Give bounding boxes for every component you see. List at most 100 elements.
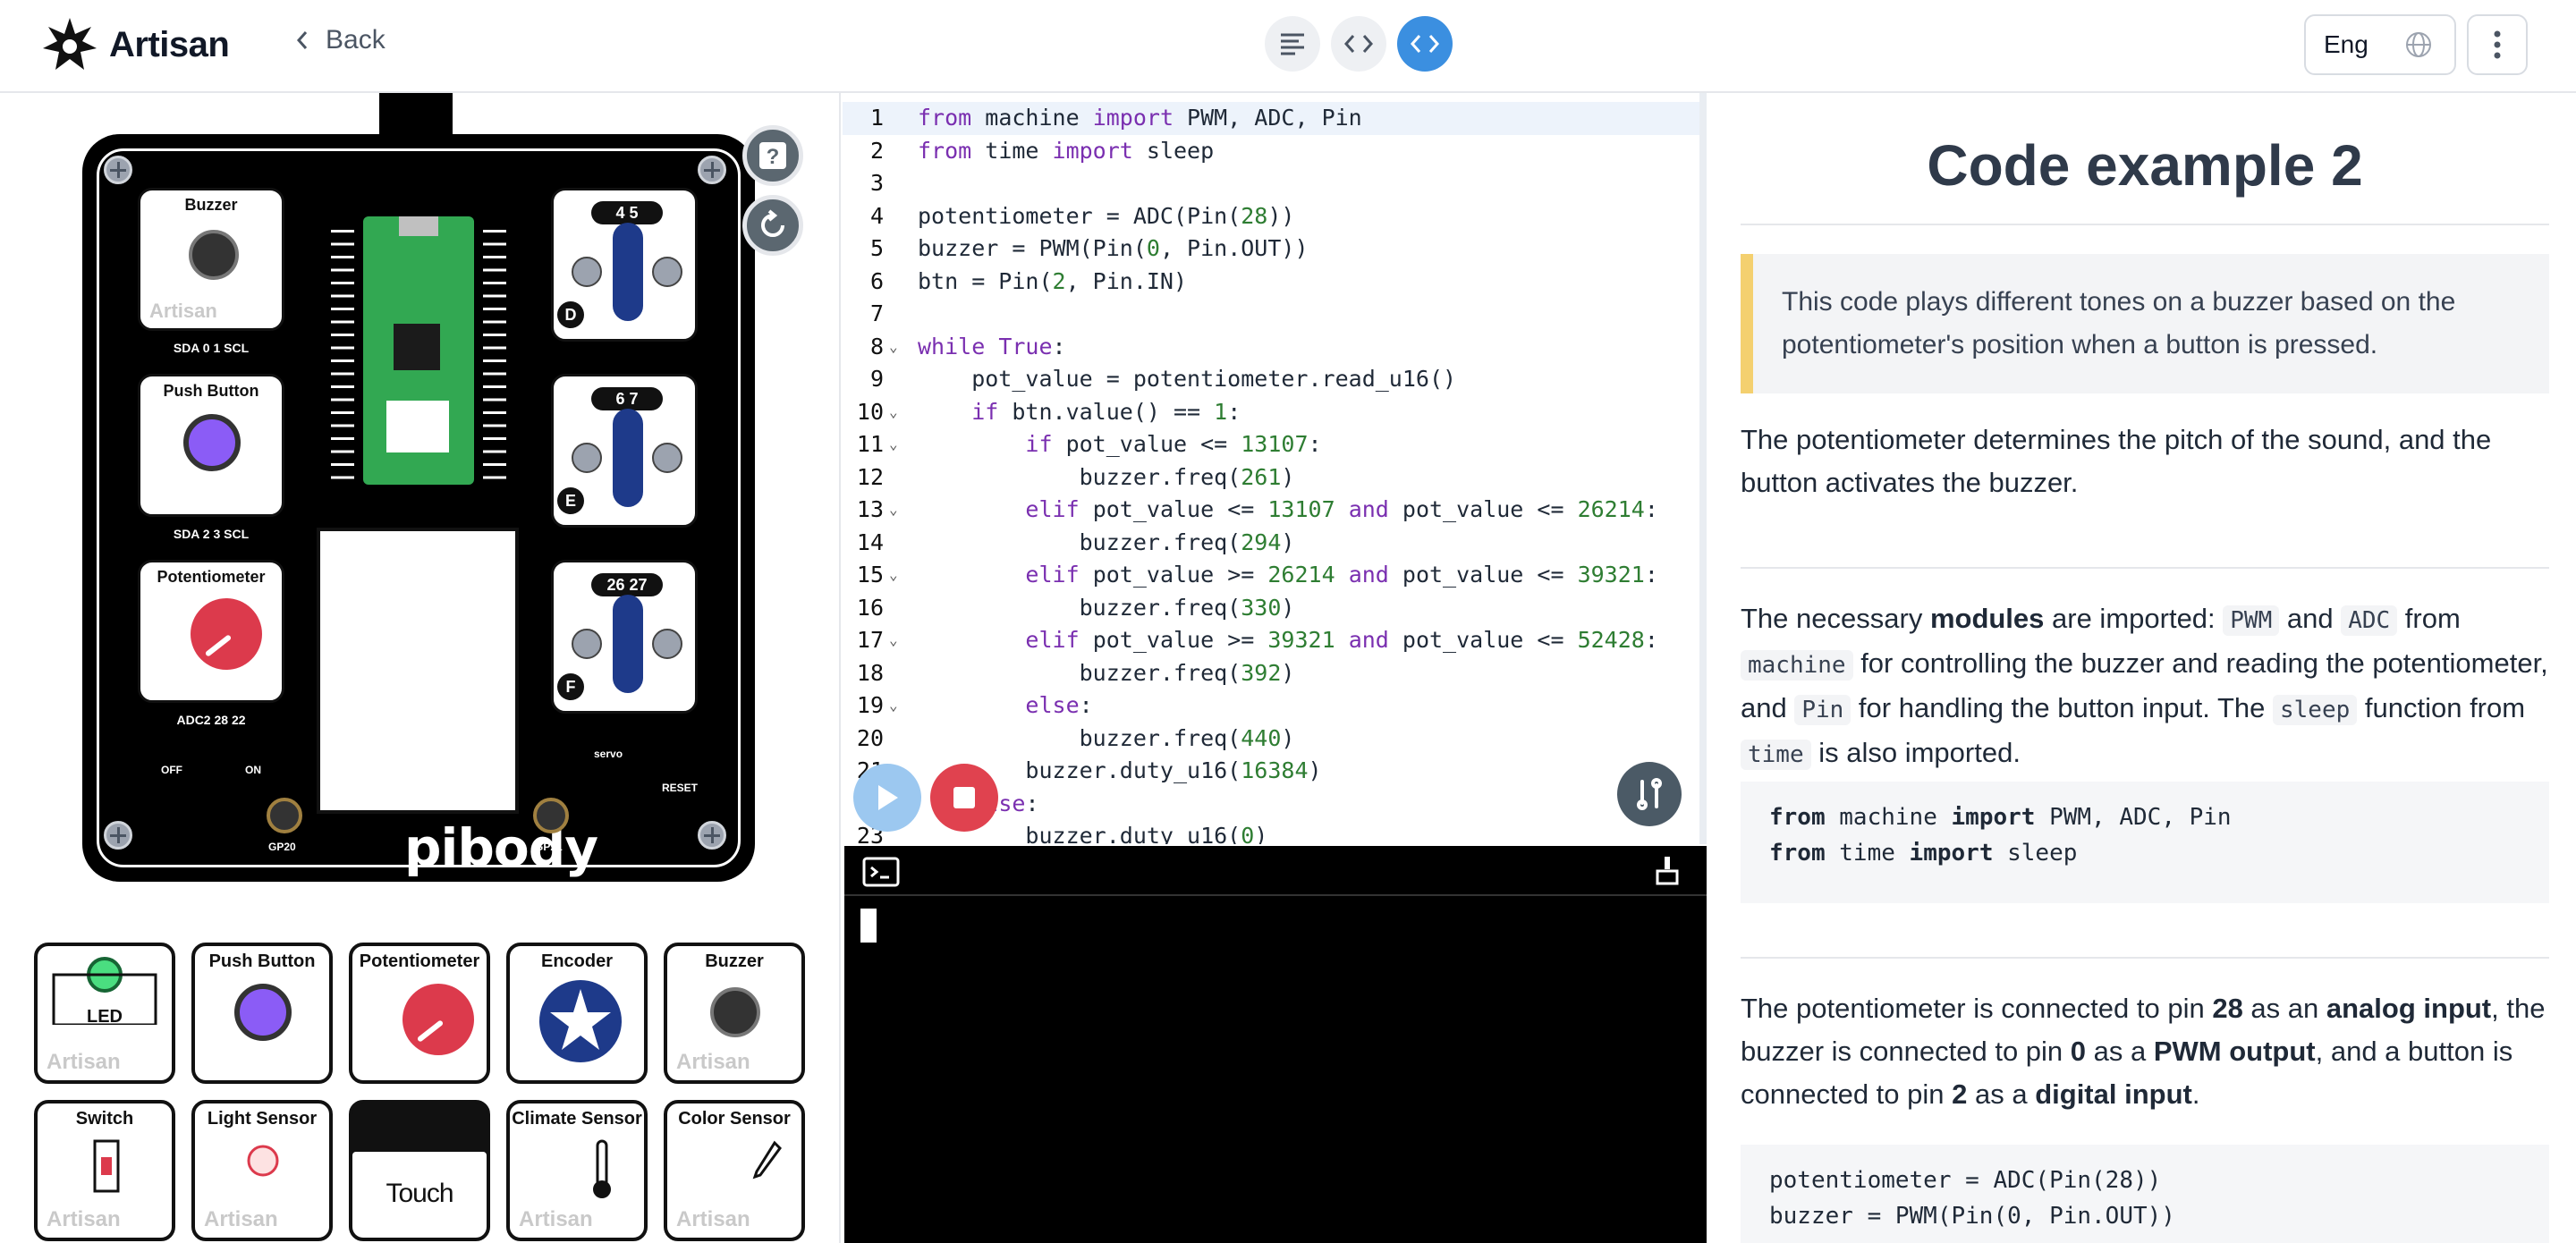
palette-potentiometer[interactable]: Potentiometer (349, 943, 490, 1084)
palette-touch[interactable]: Touch (349, 1100, 490, 1241)
module-title: Potentiometer (157, 568, 266, 586)
code-line[interactable]: 5 buzzer = PWM(Pin(0, Pin.OUT)) (843, 233, 1699, 266)
display-slot[interactable] (317, 528, 519, 814)
encoder-bar-icon (613, 595, 643, 693)
code-text: elif pot_value >= 26214 and pot_value <=… (1025, 562, 1658, 588)
code-line[interactable]: 20 buzzer.freq(440) (843, 723, 1699, 756)
code-text: btn = Pin(2, Pin.IN) (918, 267, 1188, 294)
text: from (2397, 603, 2461, 634)
code-editor[interactable]: 1 from machine import PWM, ADC, Pin 2 from … (843, 93, 1707, 844)
palette-encoder[interactable]: Encoder (506, 943, 648, 1084)
text-bold: PWM output (2153, 1036, 2316, 1067)
fold-chevron-icon[interactable]: ⌄ (889, 624, 898, 657)
text: and (2279, 603, 2342, 634)
inline-code: PWM (2223, 605, 2280, 636)
code-line[interactable]: 11 ⌄ if pot_value <= 13107: (843, 428, 1699, 461)
code-view-button[interactable] (1331, 16, 1386, 72)
back-button[interactable]: Back (295, 25, 386, 55)
palette-led[interactable]: LED Artisan (34, 943, 175, 1084)
palette-color-sensor[interactable]: Color Sensor Artisan (664, 1100, 805, 1241)
run-button[interactable] (853, 764, 921, 832)
section-divider (1741, 567, 2549, 569)
clear-brush-icon[interactable] (1655, 855, 1680, 885)
doc-view-button[interactable] (1265, 16, 1320, 72)
code-text: potentiometer = ADC(Pin(28)) (918, 202, 1295, 229)
push-button-icon (234, 984, 292, 1041)
documentation-panel: Code example 2 This code plays different… (1714, 93, 2576, 1243)
code-line[interactable]: 1 from machine import PWM, ADC, Pin (843, 102, 1699, 135)
code-line[interactable]: 12 buzzer.freq(261) (843, 461, 1699, 495)
encoder-slot-d[interactable]: 4 5 D (551, 188, 698, 342)
fold-chevron-icon[interactable]: ⌄ (889, 331, 898, 364)
code-token: from (1769, 804, 1826, 831)
plotter-button[interactable] (1617, 762, 1682, 826)
palette-light-sensor[interactable]: Light Sensor Artisan (191, 1100, 333, 1241)
circle-icon (652, 629, 682, 659)
terminal[interactable] (844, 846, 1707, 1243)
fold-chevron-icon[interactable]: ⌄ (889, 689, 898, 723)
code-token: buzzer = PWM(Pin(0, Pin.OUT)) (1769, 1203, 2175, 1230)
code-line[interactable]: 15 ⌄ elif pot_value >= 26214 and pot_valu… (843, 559, 1699, 592)
help-button[interactable]: ? (742, 125, 803, 186)
code-text: buzzer.freq(330) (918, 594, 1295, 621)
line-number: 16 (856, 594, 884, 621)
summary-callout: This code plays different tones on a buz… (1741, 254, 2549, 393)
palette-buzzer[interactable]: Buzzer Artisan (664, 943, 805, 1084)
reset-view-button[interactable] (742, 195, 803, 256)
code-line[interactable]: 6 btn = Pin(2, Pin.IN) (843, 266, 1699, 299)
line-number: 3 (869, 170, 884, 196)
code-line[interactable]: 14 buzzer.freq(294) (843, 527, 1699, 560)
potentiometer-knob-icon[interactable] (191, 598, 262, 670)
code-line[interactable]: 17 ⌄ elif pot_value >= 39321 and pot_valu… (843, 624, 1699, 657)
gp21-button[interactable] (533, 798, 569, 833)
code-line[interactable]: 8 ⌄ while True: (843, 331, 1699, 364)
switch-icon (93, 1139, 120, 1193)
code-line[interactable]: 2 from time import sleep (843, 135, 1699, 168)
code-line[interactable]: 3 (843, 167, 1699, 200)
view-mode-group (1265, 16, 1453, 72)
fold-chevron-icon[interactable]: ⌄ (889, 494, 898, 527)
gp20-button[interactable] (267, 798, 302, 833)
code-line[interactable]: 18 buzzer.freq(392) (843, 657, 1699, 690)
palette-climate-sensor[interactable]: Climate Sensor Artisan (506, 1100, 648, 1241)
encoder-slot-e[interactable]: 6 7 E (551, 374, 698, 528)
text-bold: analog input (2326, 993, 2492, 1024)
line-number: 2 (869, 137, 884, 164)
board-module-potentiometer[interactable]: Potentiometer ADC2 28 22 (138, 560, 284, 727)
code-line[interactable]: 9 pot_value = potentiometer.read_u16() (843, 363, 1699, 396)
code-token: machine (1825, 804, 1952, 831)
palette-title: Encoder (540, 951, 614, 971)
stop-button[interactable] (930, 764, 998, 832)
header-pins-right (483, 224, 506, 483)
code-line[interactable]: 4 potentiometer = ADC(Pin(28)) (843, 200, 1699, 233)
text: as a (2086, 1036, 2154, 1067)
line-number: 10 (856, 398, 884, 425)
code-line[interactable]: 10 ⌄ if btn.value() == 1: (843, 396, 1699, 429)
line-number: 19 (856, 692, 884, 718)
code-token: potentiometer = ADC(Pin(28)) (1769, 1167, 2162, 1194)
text-bold: digital input (2035, 1078, 2192, 1110)
code-line[interactable]: 16 buzzer.freq(330) (843, 592, 1699, 625)
board-module-push-button[interactable]: Push Button SDA 2 3 SCL (138, 374, 284, 541)
language-selector[interactable]: Eng (2304, 14, 2456, 75)
more-menu-button[interactable] (2467, 14, 2528, 75)
palette-push-button[interactable]: Push Button (191, 943, 333, 1084)
code-line[interactable]: 7 (843, 298, 1699, 331)
code-line[interactable]: 13 ⌄ elif pot_value <= 13107 and pot_valu… (843, 494, 1699, 527)
play-icon (878, 785, 898, 810)
fold-chevron-icon[interactable]: ⌄ (889, 428, 898, 461)
code-line[interactable]: 19 ⌄ else: (843, 689, 1699, 723)
page-title: Code example 2 (1927, 133, 2363, 198)
text: The potentiometer is connected to pin (1741, 993, 2213, 1024)
stop-icon (953, 787, 975, 808)
fold-chevron-icon[interactable]: ⌄ (889, 559, 898, 592)
encoder-slot-f[interactable]: 26 27 F (551, 560, 698, 714)
language-label: Eng (2324, 30, 2368, 58)
circle-icon (652, 257, 682, 287)
board-module-buzzer[interactable]: Buzzer Artisan SDA 0 1 SCL (138, 188, 284, 355)
split-view-button[interactable] (1397, 16, 1453, 72)
fold-chevron-icon[interactable]: ⌄ (889, 396, 898, 429)
palette-switch[interactable]: Switch Artisan (34, 1100, 175, 1241)
logo[interactable]: Artisan (41, 16, 230, 73)
code-token: import (1909, 840, 1994, 867)
